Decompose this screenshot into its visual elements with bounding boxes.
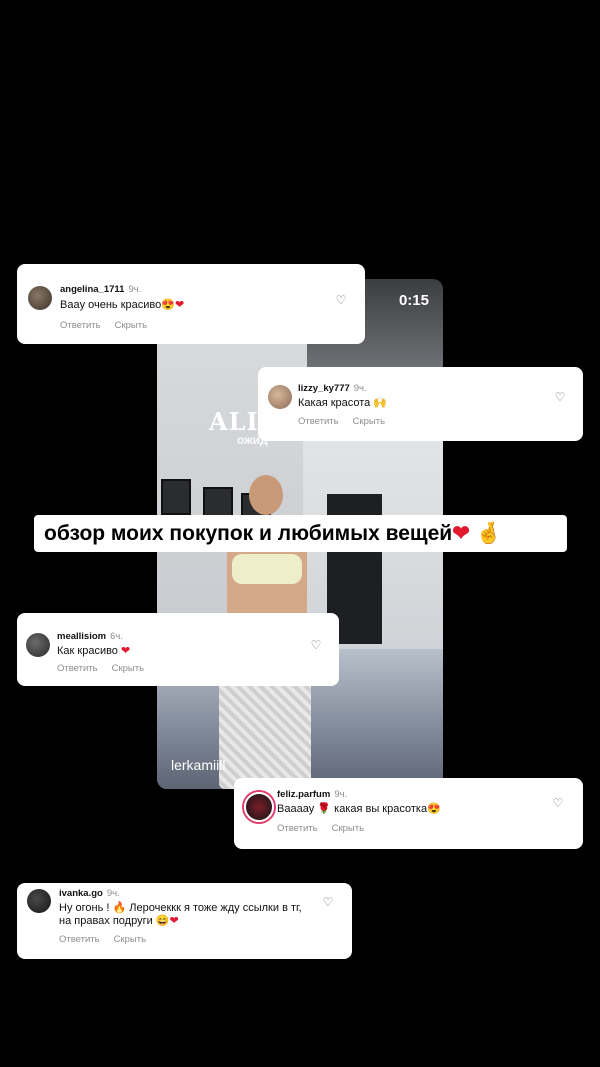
comment-emoji: 😄❤ xyxy=(155,915,179,927)
avatar[interactable] xyxy=(268,385,292,409)
hide-button[interactable]: Скрыть xyxy=(115,320,147,331)
comment-emoji: 😍❤ xyxy=(161,299,185,311)
hide-button[interactable]: Скрыть xyxy=(353,416,385,427)
comment-username[interactable]: lizzy_ky777 9ч. xyxy=(298,383,367,394)
caption-text: обзор моих покупок и любимых вещей xyxy=(44,522,453,545)
comment-text: Ну огонь ! 🔥 Лерочеккк я тоже жду ссылки… xyxy=(59,902,302,927)
avatar[interactable] xyxy=(26,633,50,657)
rose-emoji: 🌹 xyxy=(317,803,332,815)
heart-outline-icon[interactable]: ♡ xyxy=(554,391,566,403)
video-person-head xyxy=(249,475,283,515)
avatar[interactable] xyxy=(27,889,51,913)
heart-outline-icon[interactable]: ♡ xyxy=(322,896,334,908)
video-duration: 0:15 xyxy=(398,292,429,309)
comment-card: feliz.parfum 9ч. Вааааy 🌹 какая вы красот… xyxy=(234,778,583,849)
heart-outline-icon[interactable]: ♡ xyxy=(310,639,322,651)
video-picture-frame xyxy=(161,479,191,515)
heart-outline-icon[interactable]: ♡ xyxy=(335,294,347,306)
comment-card: meallisiom 6ч. Как красиво ❤ Ответить Скры… xyxy=(17,613,339,686)
fire-emoji: 🔥 xyxy=(112,902,127,914)
comment-time: 9ч. xyxy=(353,383,367,394)
comment-username[interactable]: feliz.parfum 9ч. xyxy=(277,789,347,800)
reply-button[interactable]: Ответить xyxy=(59,934,100,945)
comment-actions: Ответить Скрыть xyxy=(298,416,399,427)
comment-emoji: ❤ xyxy=(121,645,131,657)
comment-card: ivanka.go 9ч. Ну огонь ! 🔥 Лерочеккк я то… xyxy=(17,883,352,959)
comment-actions: Ответить Скрыть xyxy=(277,823,378,834)
avatar[interactable] xyxy=(244,792,274,822)
comment-card: angelina_1711 9ч. Вааy очень красиво😍❤ От… xyxy=(17,264,365,344)
comment-time: 6ч. xyxy=(110,631,123,642)
hide-button[interactable]: Скрыть xyxy=(114,934,146,945)
comment-card: lizzy_ky777 9ч. Какая красота 🙌 Ответить С… xyxy=(258,367,583,441)
crossed-fingers-emoji: 🤞 xyxy=(475,522,502,545)
comment-username[interactable]: meallisiom 6ч. xyxy=(57,631,123,642)
comment-emoji: 🙌 xyxy=(373,397,388,409)
reply-button[interactable]: Ответить xyxy=(60,320,101,331)
comment-time: 9ч. xyxy=(334,789,348,800)
comment-time: 9ч. xyxy=(128,284,142,295)
video-person-top xyxy=(232,554,302,584)
comment-actions: Ответить Скрыть xyxy=(59,934,160,945)
comment-username[interactable]: angelina_1711 9ч. xyxy=(60,284,141,295)
reply-button[interactable]: Ответить xyxy=(277,823,318,834)
hide-button[interactable]: Скрыть xyxy=(332,823,364,834)
comment-text: Вааааy 🌹 какая вы красотка😍 xyxy=(277,803,441,815)
video-brand-text: ALI xyxy=(209,407,259,436)
comment-emoji: 😍 xyxy=(427,803,441,815)
video-caption: обзор моих покупок и любимых вещей❤ 🤞 xyxy=(34,515,567,552)
video-person-legs xyxy=(219,669,311,789)
reply-button[interactable]: Ответить xyxy=(298,416,339,427)
comment-text: Какая красота 🙌 xyxy=(298,397,388,409)
avatar[interactable] xyxy=(28,286,52,310)
comment-text: Как красиво ❤ xyxy=(57,645,131,657)
reply-button[interactable]: Ответить xyxy=(57,663,98,674)
heart-emoji: ❤ xyxy=(452,522,470,545)
hide-button[interactable]: Скрыть xyxy=(112,663,144,674)
comment-text: Вааy очень красиво😍❤ xyxy=(60,299,185,311)
video-username[interactable]: lerkamiill xyxy=(171,757,225,773)
comment-username[interactable]: ivanka.go 9ч. xyxy=(59,888,120,899)
comment-actions: Ответить Скрыть xyxy=(57,663,158,674)
heart-outline-icon[interactable]: ♡ xyxy=(552,797,564,809)
comment-time: 9ч. xyxy=(106,888,120,899)
comment-actions: Ответить Скрыть xyxy=(60,320,161,331)
